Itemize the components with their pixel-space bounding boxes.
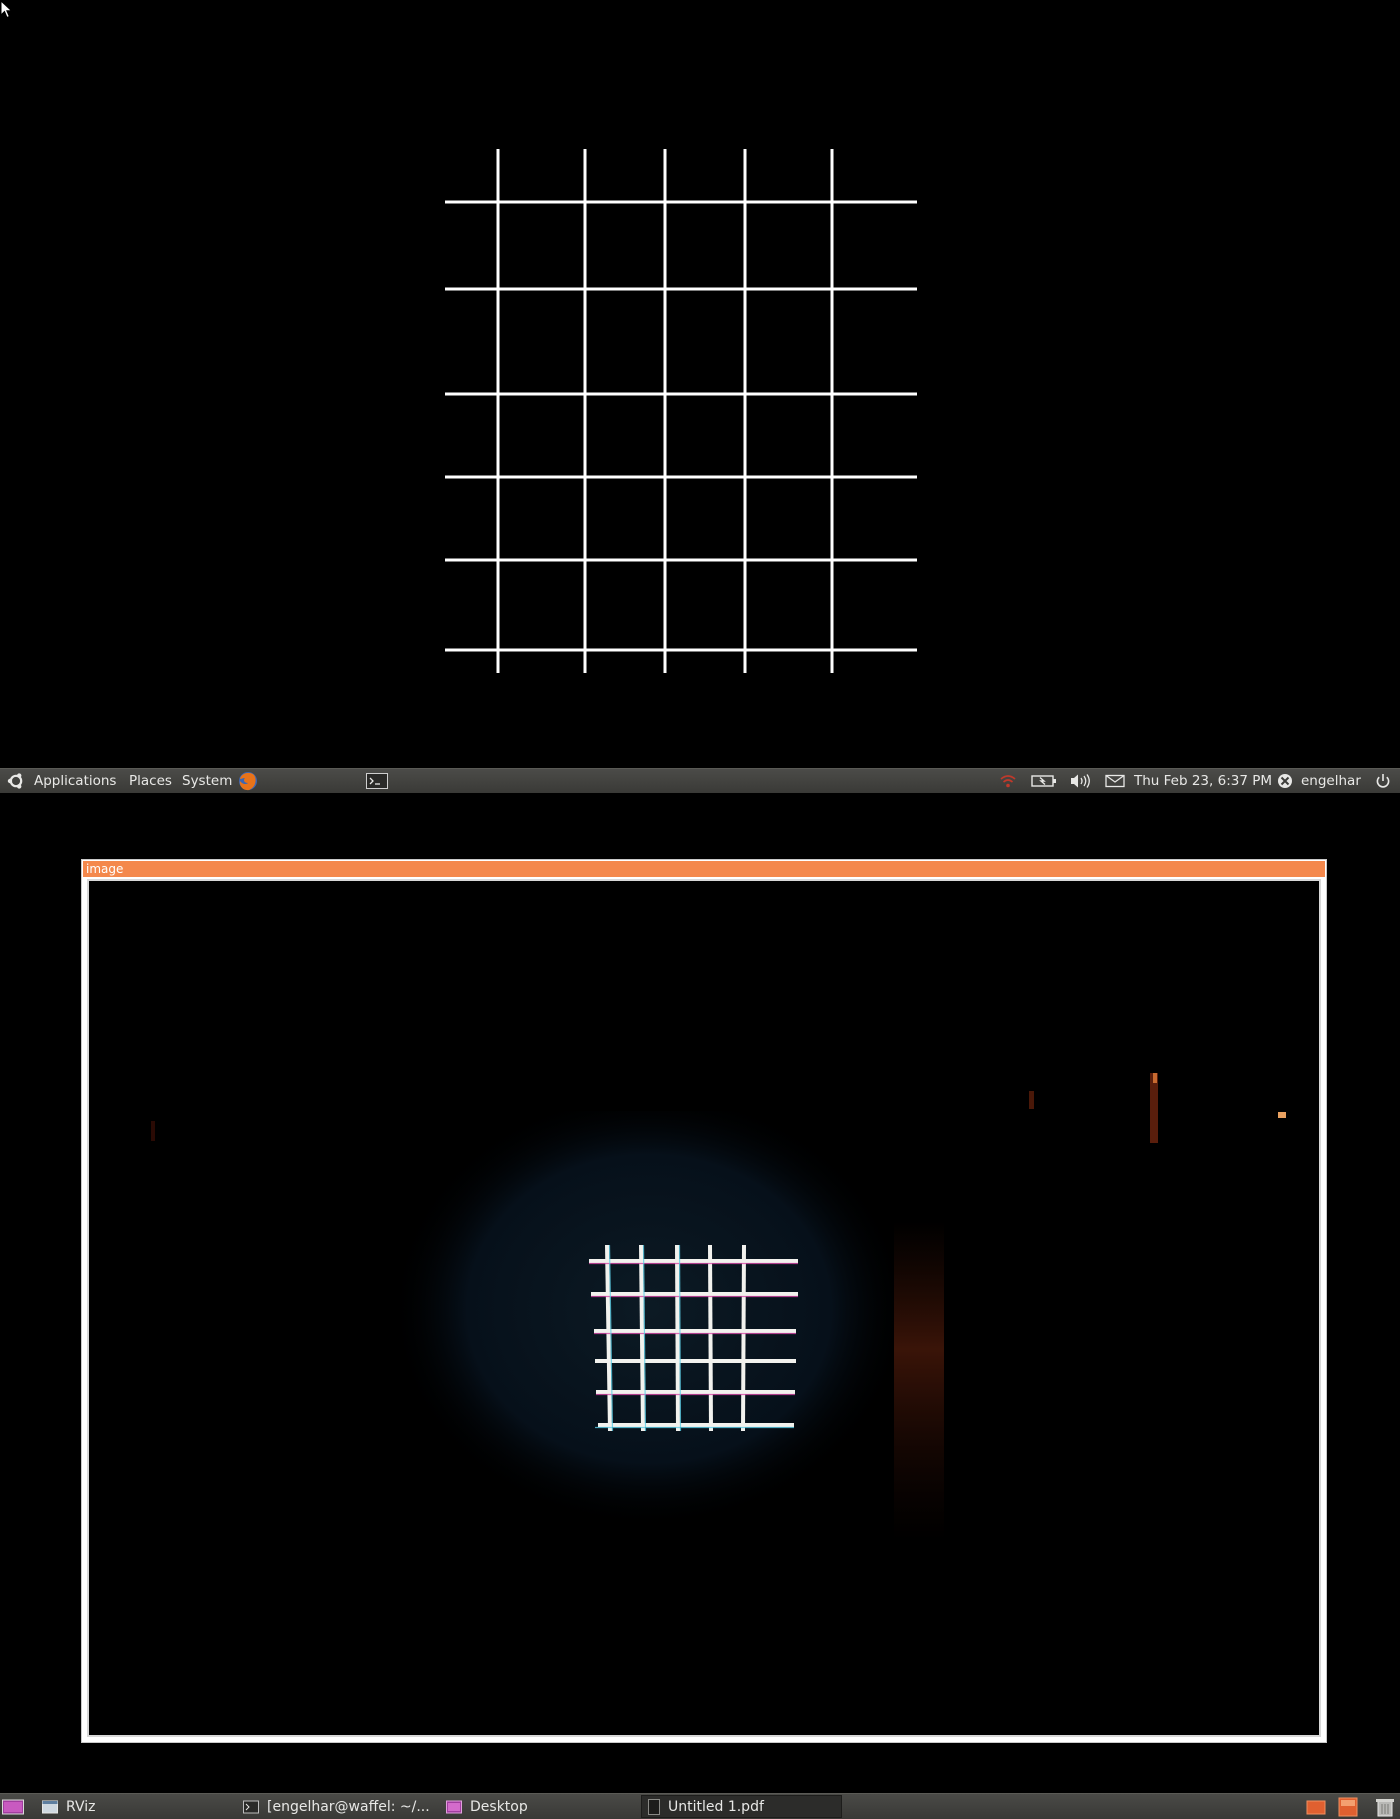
workspace-switcher-icon xyxy=(1306,1800,1326,1814)
applications-menu[interactable]: Applications xyxy=(34,769,116,793)
mouse-cursor-icon xyxy=(0,0,13,19)
light-reflection xyxy=(1278,1112,1286,1118)
projector-screen xyxy=(0,0,1400,768)
taskbar-item-rviz[interactable]: RViz xyxy=(36,1795,232,1818)
volume-icon[interactable] xyxy=(1069,769,1091,793)
light-reflection xyxy=(1029,1091,1034,1109)
light-reflection xyxy=(1153,1073,1157,1083)
desktop-screen: image xyxy=(0,793,1400,1793)
top-panel: Applications Places System Thu Feb 23, 6… xyxy=(0,768,1400,794)
workspace-2[interactable] xyxy=(1336,1795,1360,1818)
desktop-icon xyxy=(446,1800,462,1813)
mail-icon[interactable] xyxy=(1105,769,1125,793)
window-title[interactable]: image xyxy=(83,861,1325,877)
door-reflection xyxy=(894,1221,944,1541)
battery-icon[interactable] xyxy=(1031,769,1057,793)
calibration-grid xyxy=(445,149,917,673)
firefox-icon[interactable] xyxy=(237,769,259,793)
trash-icon[interactable] xyxy=(1372,1795,1400,1818)
places-menu[interactable]: Places xyxy=(129,769,172,793)
taskbar-item-pdf[interactable]: Untitled 1.pdf xyxy=(641,1795,842,1818)
power-icon[interactable] xyxy=(1375,769,1391,793)
document-icon xyxy=(648,1798,660,1815)
light-reflection xyxy=(151,1121,155,1141)
user-name[interactable]: engelhar xyxy=(1301,769,1361,793)
system-menu[interactable]: System xyxy=(182,769,232,793)
terminal-icon[interactable] xyxy=(366,769,388,793)
camera-image xyxy=(87,879,1321,1737)
task-label: [engelhar@waffel: ~/... xyxy=(267,1798,430,1815)
workspace-1[interactable] xyxy=(1304,1795,1328,1818)
network-icon[interactable] xyxy=(999,769,1017,793)
show-desktop-icon[interactable] xyxy=(0,1795,28,1818)
task-label: Untitled 1.pdf xyxy=(668,1798,764,1815)
ubuntu-logo-icon[interactable] xyxy=(7,769,25,793)
task-label: Desktop xyxy=(470,1798,528,1815)
user-icon[interactable] xyxy=(1277,769,1293,793)
light-reflection xyxy=(1150,1073,1158,1143)
taskbar-item-desktop[interactable]: Desktop xyxy=(440,1795,638,1818)
taskbar-item-terminal[interactable]: [engelhar@waffel: ~/... xyxy=(237,1795,435,1818)
bottom-panel: RViz [engelhar@waffel: ~/... Desktop Unt… xyxy=(0,1793,1400,1819)
window-icon xyxy=(42,1800,58,1813)
clock[interactable]: Thu Feb 23, 6:37 PM xyxy=(1134,769,1272,793)
task-label: RViz xyxy=(66,1798,96,1815)
workspace-switcher-icon xyxy=(1338,1797,1358,1816)
image-window[interactable]: image xyxy=(81,859,1327,1743)
terminal-icon xyxy=(243,1800,259,1813)
